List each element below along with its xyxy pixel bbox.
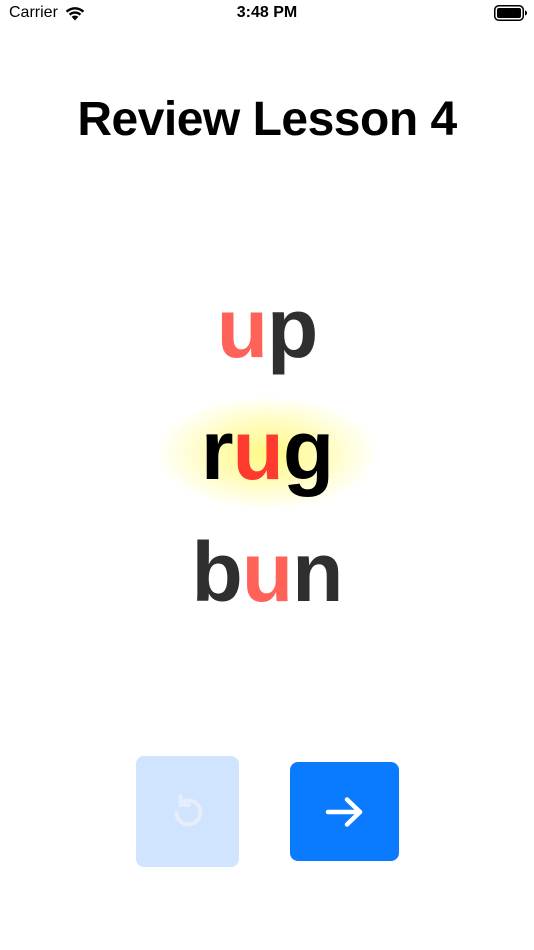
page-title: Review Lesson 4 xyxy=(77,93,457,146)
arrow-right-icon xyxy=(325,796,362,827)
word-onset: b xyxy=(191,525,243,619)
word-onset: r xyxy=(200,403,234,497)
word-coda: n xyxy=(292,525,343,619)
word-rug[interactable]: rug xyxy=(0,408,534,492)
word-up[interactable]: up xyxy=(0,286,534,370)
status-bar: Carrier 3:48 PM xyxy=(0,0,534,28)
next-button[interactable] xyxy=(290,762,399,861)
word-vowel: u xyxy=(241,525,293,619)
status-time: 3:48 PM xyxy=(236,4,298,21)
word-bun[interactable]: bun xyxy=(0,530,534,614)
battery-icon xyxy=(494,5,527,21)
word-coda: g xyxy=(282,403,334,497)
word-vowel: u xyxy=(216,281,268,375)
replay-button[interactable] xyxy=(136,756,239,867)
word-coda: p xyxy=(267,281,318,375)
word-vowel: u xyxy=(232,403,284,497)
replay-icon xyxy=(174,794,202,826)
